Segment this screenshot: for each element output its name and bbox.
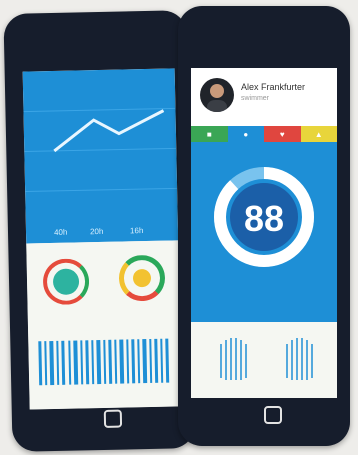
score-value: 88 bbox=[243, 198, 285, 239]
chart-gridlines bbox=[23, 107, 178, 193]
chart-tick-label: 16h bbox=[129, 226, 144, 236]
profile-header: Alex Frankfurter swimmer bbox=[191, 68, 337, 126]
activity-line bbox=[53, 109, 165, 153]
ring-right-center bbox=[132, 268, 152, 288]
profile-subtitle: swimmer bbox=[241, 95, 269, 102]
chart-tick-label: 20h bbox=[89, 226, 104, 237]
bottom-panel bbox=[191, 322, 337, 398]
progress-ring-left[interactable] bbox=[42, 258, 90, 306]
activity-icon: ■ bbox=[206, 129, 212, 139]
right-phone-screen: Alex Frankfurter swimmer ■ ● ♥ ▲ 88 bbox=[191, 68, 337, 398]
tab-water[interactable]: ● bbox=[227, 126, 264, 142]
home-button[interactable] bbox=[103, 409, 123, 428]
barcode-graphic bbox=[38, 338, 170, 386]
home-button[interactable] bbox=[264, 406, 282, 424]
activity-chart-svg bbox=[23, 107, 178, 193]
progress-ring-right[interactable] bbox=[118, 254, 166, 302]
ring-left-center bbox=[52, 268, 80, 295]
heart-icon: ♥ bbox=[279, 129, 285, 139]
avatar-person-icon bbox=[207, 84, 227, 112]
activity-chart: 40h 20h 16h bbox=[22, 68, 179, 244]
left-phone-screen: 40h 20h 16h bbox=[22, 68, 182, 410]
left-phone: 40h 20h 16h bbox=[3, 10, 196, 452]
fingerprint-icon-left bbox=[220, 338, 247, 380]
fingerprint-icon-right bbox=[286, 338, 313, 380]
barcode-panel bbox=[28, 328, 182, 410]
bolt-icon: ▲ bbox=[314, 129, 323, 139]
profile-name: Alex Frankfurter bbox=[241, 82, 306, 92]
fingerprint-graphics bbox=[220, 338, 313, 380]
score-panel: 88 bbox=[191, 142, 337, 322]
drop-icon: ● bbox=[243, 129, 249, 139]
chart-tick-label: 40h bbox=[53, 227, 68, 237]
stats-rings-row bbox=[26, 240, 181, 332]
avatar[interactable] bbox=[200, 78, 234, 112]
right-phone: Alex Frankfurter swimmer ■ ● ♥ ▲ 88 bbox=[178, 6, 350, 446]
tab-heart[interactable]: ♥ bbox=[264, 126, 301, 142]
tab-activity[interactable]: ■ bbox=[191, 126, 228, 142]
tab-energy[interactable]: ▲ bbox=[300, 126, 337, 142]
category-tabs: ■ ● ♥ ▲ bbox=[191, 126, 337, 142]
